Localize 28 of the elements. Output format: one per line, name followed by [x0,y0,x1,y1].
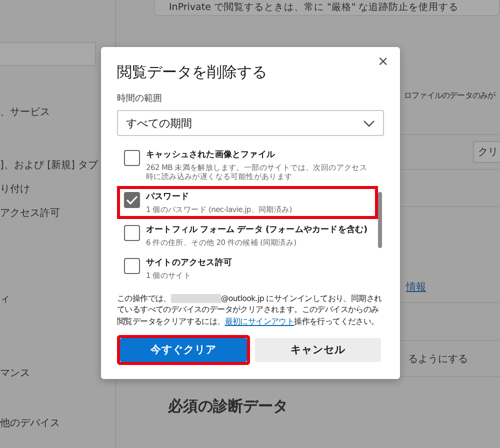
checkbox[interactable] [124,150,140,166]
cancel-button[interactable]: キャンセル [254,338,381,362]
field-label: 時間の範囲 [117,92,163,105]
option-label: パスワード [146,191,190,203]
setting-text: るようにする [408,352,468,366]
checkbox[interactable] [124,192,140,208]
sidebar-item[interactable]: マンス [0,366,30,380]
sidebar-item[interactable]: 、サービス [0,105,50,119]
time-range-dropdown[interactable]: すべての期間 [117,110,384,136]
sidebar-item[interactable]: り付け [0,182,30,196]
section-heading: 必須の診断データ [166,396,289,416]
option-label: サイトのアクセス許可 [146,257,232,269]
checkbox[interactable] [124,225,140,241]
chevron-down-icon [363,120,375,126]
setting-text: InPrivate で閲覧するときは、常に "厳格" な追跡防止を使用する [169,2,459,13]
redaction-block [170,294,221,304]
option-label: オートフィル フォーム データ (フォームやカードを含む) [146,224,368,236]
sidebar-item[interactable]: 他のデバイス [0,416,60,430]
setting-text: ロファイルのデータのみが [404,91,496,100]
checkbox[interactable] [124,258,140,274]
sidebar-item[interactable]: ィ [0,292,10,306]
option-label: キャッシュされた画像とファイル [146,149,276,161]
sidebar-item[interactable]: ]、および [新規] タブ [0,158,98,172]
dialog-title: 閲覧データを削除する [117,63,268,82]
clear-button[interactable]: クリ [473,141,500,163]
sidebar-item[interactable]: アクセス許可 [0,206,60,220]
details-link[interactable]: 情報 [406,280,426,294]
clear-now-button[interactable]: 今すぐクリア [120,338,246,362]
